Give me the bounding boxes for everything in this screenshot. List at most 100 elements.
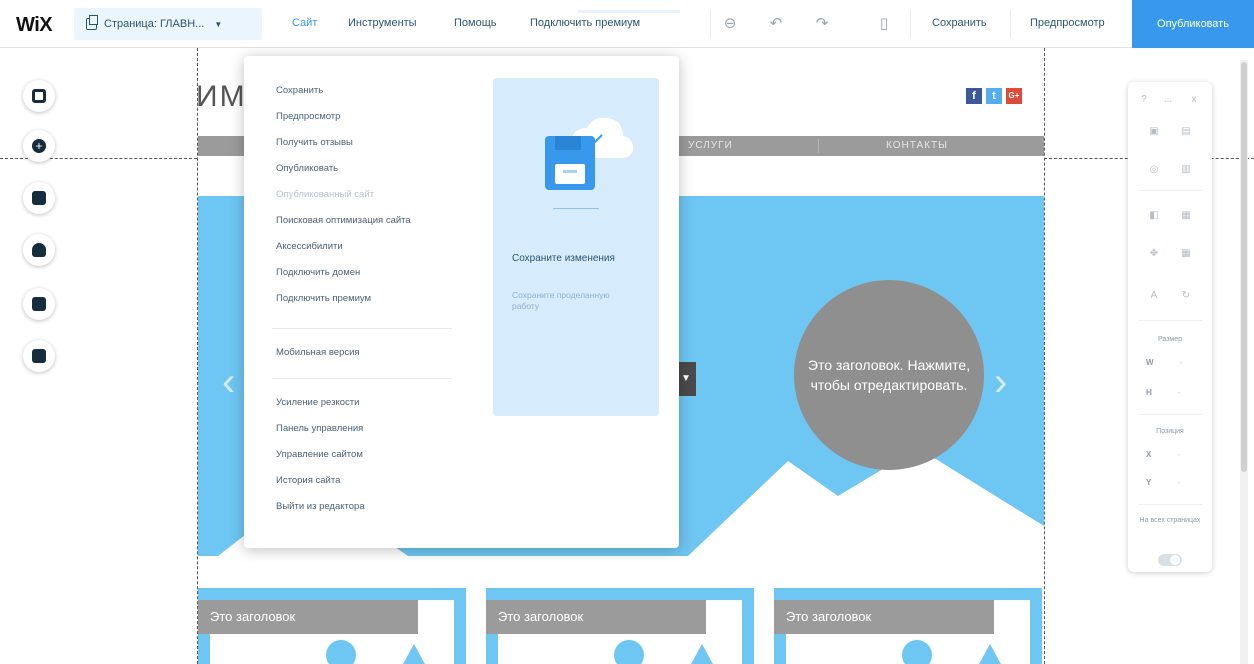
menu-item-site-manager[interactable]: Управление сайтом — [276, 449, 363, 460]
panel-divider — [1138, 504, 1202, 505]
app-market-icon — [32, 349, 46, 363]
all-pages-toggle[interactable] — [1158, 554, 1182, 566]
help-icon[interactable]: ? — [1138, 94, 1150, 106]
slider-next-arrow-icon[interactable]: › — [994, 360, 1007, 405]
height-value: - — [1177, 388, 1181, 397]
duplicate-icon[interactable]: ◎ — [1148, 164, 1160, 176]
close-icon[interactable]: x — [1188, 94, 1200, 106]
vertical-scrollbar[interactable] — [1240, 60, 1248, 664]
all-pages-label: На всех страницах — [1139, 517, 1201, 524]
height-field[interactable]: H- — [1146, 388, 1180, 397]
left-guide-line — [197, 48, 198, 664]
site-title[interactable]: ИМ — [196, 80, 247, 114]
mobile-view-icon[interactable]: ▯ — [874, 14, 894, 34]
panel-divider — [1138, 414, 1202, 415]
feature-card[interactable]: Это заголовок — [774, 588, 1042, 664]
card-title[interactable]: Это заголовок — [198, 600, 418, 634]
menu-item-upgrade[interactable]: Подключить премиум — [276, 293, 371, 304]
save-button[interactable]: Сохранить — [932, 17, 987, 29]
publish-button[interactable]: Опубликовать — [1132, 0, 1254, 48]
height-label: H — [1146, 388, 1152, 397]
card-title[interactable]: Это заголовок — [486, 600, 706, 634]
rail-plus-button[interactable]: + — [23, 130, 55, 162]
nav-divider — [818, 139, 819, 153]
pages-dropdown-label: Страница: ГЛАВН... — [104, 18, 205, 30]
width-label: W — [1146, 358, 1154, 367]
menu-item-exit-editor[interactable]: Выйти из редактора — [276, 501, 365, 512]
menu-divider — [272, 378, 452, 379]
save-cloud-icon — [545, 117, 633, 209]
menu-item-mobile-version[interactable]: Мобильная версия — [276, 347, 360, 358]
paste-icon[interactable]: ▤ — [1180, 126, 1192, 138]
x-label: X — [1146, 450, 1152, 459]
slider-prev-arrow-icon[interactable]: ‹ — [222, 360, 235, 405]
save-panel-title: Сохраните изменения — [512, 253, 615, 264]
menu-item-connect-domain[interactable]: Подключить домен — [276, 267, 360, 278]
menu-item-dashboard[interactable]: Панель управления — [276, 423, 363, 434]
twitter-icon[interactable]: t — [986, 88, 1002, 104]
delete-icon[interactable]: ▥ — [1180, 164, 1192, 176]
y-field[interactable]: Y- — [1146, 478, 1180, 487]
card-circle-icon — [326, 640, 356, 664]
add-icon — [32, 89, 46, 103]
distribute-icon[interactable]: ✥ — [1148, 248, 1160, 260]
more-icon[interactable]: ... — [1162, 94, 1174, 106]
match-size-icon[interactable]: ▦ — [1180, 248, 1192, 260]
menu-tools[interactable]: Инструменты — [348, 17, 417, 29]
menu-item-get-feedback[interactable]: Получить отзывы — [276, 137, 353, 148]
feature-card[interactable]: Это заголовок — [198, 588, 466, 664]
card-title[interactable]: Это заголовок — [774, 600, 994, 634]
align-icon[interactable]: ▦ — [1180, 210, 1192, 222]
hero-button[interactable]: ▼ — [676, 362, 696, 396]
card-circle-icon — [902, 640, 932, 664]
pages-dropdown[interactable]: Страница: ГЛАВН... ▼ — [74, 8, 262, 40]
y-value: - — [1177, 478, 1181, 487]
menu-item-sharpen[interactable]: Усиление резкости — [276, 397, 359, 408]
width-field[interactable]: W- — [1146, 358, 1182, 367]
menu-item-seo[interactable]: Поисковая оптимизация сайта — [276, 215, 411, 226]
facebook-icon[interactable]: f — [966, 88, 982, 104]
preview-button[interactable]: Предпросмотр — [1030, 17, 1105, 29]
menu-upgrade[interactable]: Подключить премиум — [530, 17, 640, 29]
plus-circle-icon: + — [32, 139, 46, 153]
save-panel-subtitle: Сохраните проделанную работу — [512, 290, 610, 311]
rotate-icon[interactable]: ↻ — [1180, 290, 1192, 302]
menu-item-save[interactable]: Сохранить — [276, 85, 323, 96]
zoom-out-icon[interactable]: ⊖ — [720, 14, 740, 34]
feature-card[interactable]: Это заголовок — [486, 588, 754, 664]
rail-blog-button[interactable] — [23, 288, 55, 320]
redo-icon[interactable]: ↷ — [812, 14, 832, 34]
scrollbar-thumb[interactable] — [1241, 62, 1247, 472]
text-icon[interactable]: A — [1148, 290, 1160, 302]
rail-upload-button[interactable] — [23, 234, 55, 266]
x-field[interactable]: X- — [1146, 450, 1180, 459]
toolbar-divider — [710, 10, 711, 38]
x-value: - — [1177, 450, 1181, 459]
copy-icon[interactable]: ▣ — [1148, 126, 1160, 138]
menu-site[interactable]: Сайт — [292, 17, 317, 29]
menu-item-preview[interactable]: Предпросмотр — [276, 111, 340, 122]
menu-item-site-history[interactable]: История сайта — [276, 475, 340, 486]
arrange-icon[interactable]: ◧ — [1148, 210, 1160, 222]
card-triangle-icon — [690, 644, 714, 664]
y-label: Y — [1146, 478, 1152, 487]
menu-help[interactable]: Помощь — [454, 17, 497, 29]
undo-icon[interactable]: ↶ — [766, 14, 786, 34]
pages-icon — [86, 15, 98, 30]
hero-heading[interactable]: Это заголовок. Нажмите, чтобы отредактир… — [794, 280, 984, 470]
menu-item-publish[interactable]: Опубликовать — [276, 163, 338, 174]
card-circle-icon — [614, 640, 644, 664]
panel-divider — [1138, 190, 1202, 191]
nav-link-contacts[interactable]: КОНТАКТЫ — [886, 140, 948, 151]
active-menu-highlight — [578, 10, 680, 13]
width-value: - — [1179, 358, 1183, 367]
properties-panel: ? ... x ▣ ▤ ◎ ▥ ◧ ▦ ✥ ▦ A ↻ Размер W- H-… — [1128, 82, 1212, 572]
menu-divider — [272, 328, 452, 329]
rail-background-button[interactable] — [23, 182, 55, 214]
nav-link-services[interactable]: УСЛУГИ — [688, 140, 733, 151]
google-plus-icon[interactable]: G+ — [1006, 88, 1022, 104]
toolbar-divider — [1010, 10, 1011, 38]
menu-item-accessibility[interactable]: Аксессибилити — [276, 241, 343, 252]
rail-add-button[interactable] — [23, 80, 55, 112]
rail-app-market-button[interactable] — [23, 340, 55, 372]
